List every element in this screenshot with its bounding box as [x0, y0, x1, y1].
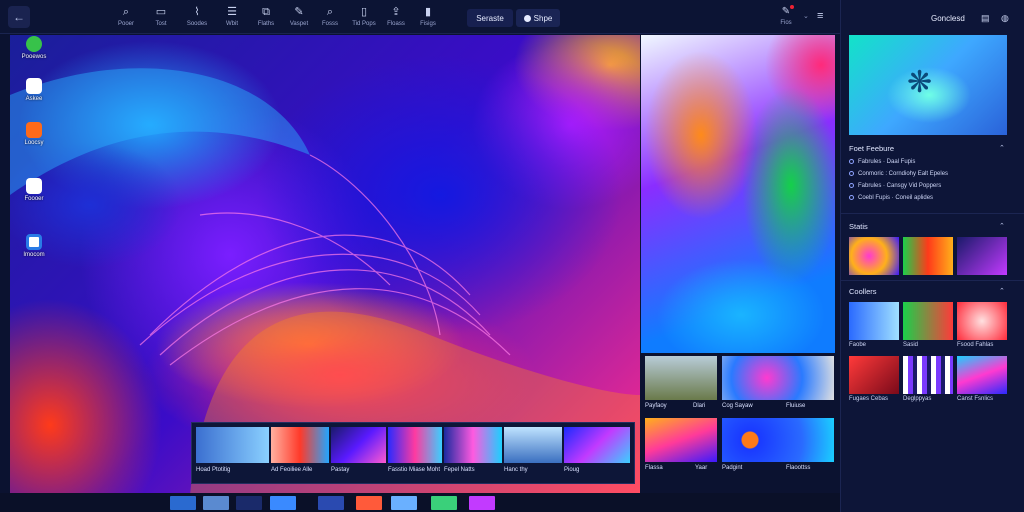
document-icon: ▯	[360, 6, 368, 18]
globe-icon[interactable]: ◍	[1001, 13, 1009, 24]
radio-icon	[849, 195, 854, 200]
feature-item[interactable]: Coebl Fupis · Coneil aplides	[849, 195, 933, 201]
letter-a-icon	[26, 122, 42, 138]
bottom-thumb[interactable]	[236, 496, 262, 510]
film-item-4[interactable]: Fasstio Miase Moht	[388, 427, 442, 473]
feature-item[interactable]: Conmoric : Corndiohy Ealt Epeles	[849, 171, 948, 177]
tool-pooer[interactable]: ⌕ Pooer	[109, 6, 143, 27]
stats-title: Statis	[849, 222, 868, 231]
hero-image[interactable]: ❋	[849, 35, 1007, 135]
desktop-icon-askee[interactable]: Askee	[16, 78, 52, 102]
home-icon	[26, 78, 42, 94]
features-title: Foet Feebure	[849, 144, 895, 153]
gallery-item-3[interactable]: Flassa Yaar	[645, 418, 717, 471]
preview-pane[interactable]	[641, 35, 835, 353]
collection-tile-1[interactable]: Faobe	[849, 302, 899, 348]
panel-title: Gonclesd	[931, 14, 965, 23]
bottom-thumb[interactable]	[203, 496, 229, 510]
tool-tid-pops[interactable]: ▯ Tid Pops	[347, 6, 381, 27]
collection-tile-4[interactable]: Fugaes Cebas	[849, 356, 899, 402]
tool-floass[interactable]: ⇪ Floass	[379, 6, 413, 27]
bottom-thumb[interactable]	[469, 496, 495, 510]
collection-tile-5[interactable]: Deglppyas	[903, 356, 953, 402]
tool-flaths[interactable]: ⧉ Flaths	[249, 6, 283, 27]
radio-icon	[849, 171, 854, 176]
arrow-left-icon: ←	[13, 10, 25, 24]
film-item-2[interactable]: Ad Feoiliee Alle	[271, 427, 329, 473]
tool-soodes[interactable]: ⌇ Soodes	[180, 6, 214, 27]
shape-button[interactable]: Shpe	[516, 9, 560, 27]
document-icon	[26, 178, 42, 194]
desktop-icon-imocom[interactable]: Imocom	[16, 234, 52, 258]
search-icon: ⌕	[122, 6, 130, 18]
tool-fisigs[interactable]: ▮ Fisigs	[411, 6, 445, 27]
gallery-item-4[interactable]: Padgint Flaoottss	[722, 418, 834, 471]
creature-image: ❋	[907, 66, 933, 99]
bottle-icon: ▮	[424, 6, 432, 18]
pencil-icon: ✎	[775, 5, 797, 17]
desktop-icon-foooer[interactable]: Foooer	[16, 178, 52, 202]
tool-vaspet[interactable]: ✎ Vaspet	[282, 6, 316, 27]
folder-icon	[26, 234, 42, 250]
feature-item[interactable]: Fabrules · Cansgy Vid Poppers	[849, 183, 941, 189]
bottom-thumb[interactable]	[391, 496, 417, 510]
image-icon: ▭	[155, 6, 167, 18]
bottom-thumb[interactable]	[356, 496, 382, 510]
collection-tile-2[interactable]: Sasid	[903, 302, 953, 348]
desktop-icon-pooewos[interactable]: Pooewos	[16, 36, 52, 60]
tool-fosss[interactable]: ⌕ Fosss	[313, 6, 347, 27]
film-strip: Hoad Ptotitig Ad Feoiliee Alle Pastay Fa…	[191, 422, 635, 484]
film-item-6[interactable]: Hanc thy	[504, 427, 562, 473]
back-button[interactable]: ←	[8, 6, 30, 28]
chevron-up-icon[interactable]: ⌃	[999, 287, 1005, 295]
tool-wbit[interactable]: ☰ Wbit	[215, 6, 249, 27]
film-item-7[interactable]: Pioug	[564, 427, 630, 473]
right-panel: Gonclesd ▤ ◍ ❋ Foet Feebure ⌃ Fabrules ·…	[840, 0, 1024, 512]
collection-tile-6[interactable]: Canst Fsnlics	[957, 356, 1007, 402]
stat-tile-3[interactable]	[957, 237, 1007, 275]
fios-tool[interactable]: ✎ Fios	[775, 5, 797, 26]
chevron-up-icon[interactable]: ⌃	[999, 222, 1005, 230]
gallery-item-2[interactable]: Cog Sayaw Fluiuse	[722, 356, 834, 409]
bottom-thumb[interactable]	[270, 496, 296, 510]
film-item-3[interactable]: Pastay	[331, 427, 386, 473]
stat-tile-1[interactable]	[849, 237, 899, 275]
collections-title: Coollers	[849, 287, 877, 296]
search-icon: ⌕	[326, 6, 334, 18]
separate-button[interactable]: Seraste	[467, 9, 513, 27]
list-icon: ☰	[227, 6, 237, 18]
frame-icon: ⧉	[262, 6, 270, 18]
radio-icon	[849, 159, 854, 164]
pen-icon: ✎	[294, 6, 304, 18]
radio-icon	[849, 183, 854, 188]
chevron-up-icon[interactable]: ⌃	[999, 144, 1005, 152]
bottom-thumb[interactable]	[318, 496, 344, 510]
menu-icon[interactable]: ≡	[817, 10, 823, 22]
feature-item[interactable]: Fabrules · Daal Fupis	[849, 159, 915, 165]
film-item-5[interactable]: Fepel Natts	[444, 427, 502, 473]
stat-tile-2[interactable]	[903, 237, 953, 275]
brush-icon: ⌇	[194, 6, 200, 18]
document-icon[interactable]: ▤	[981, 13, 990, 24]
tool-tost[interactable]: ▭ Tost	[144, 6, 178, 27]
chevron-down-icon[interactable]: ⌄	[803, 12, 809, 20]
bottom-thumb[interactable]	[170, 496, 196, 510]
divider	[841, 213, 1024, 214]
upload-icon: ⇪	[391, 6, 401, 18]
app-icon	[26, 36, 42, 52]
film-item-1[interactable]: Hoad Ptotitig	[196, 427, 269, 473]
bottom-thumb[interactable]	[431, 496, 457, 510]
divider	[841, 280, 1024, 281]
desktop-icon-loocsy[interactable]: Loocsy	[16, 122, 52, 146]
gallery-item-1[interactable]: Payfaoy Dlari	[645, 356, 717, 409]
circle-icon	[523, 14, 531, 22]
collection-tile-3[interactable]: Fsood Fahlas	[957, 302, 1007, 348]
